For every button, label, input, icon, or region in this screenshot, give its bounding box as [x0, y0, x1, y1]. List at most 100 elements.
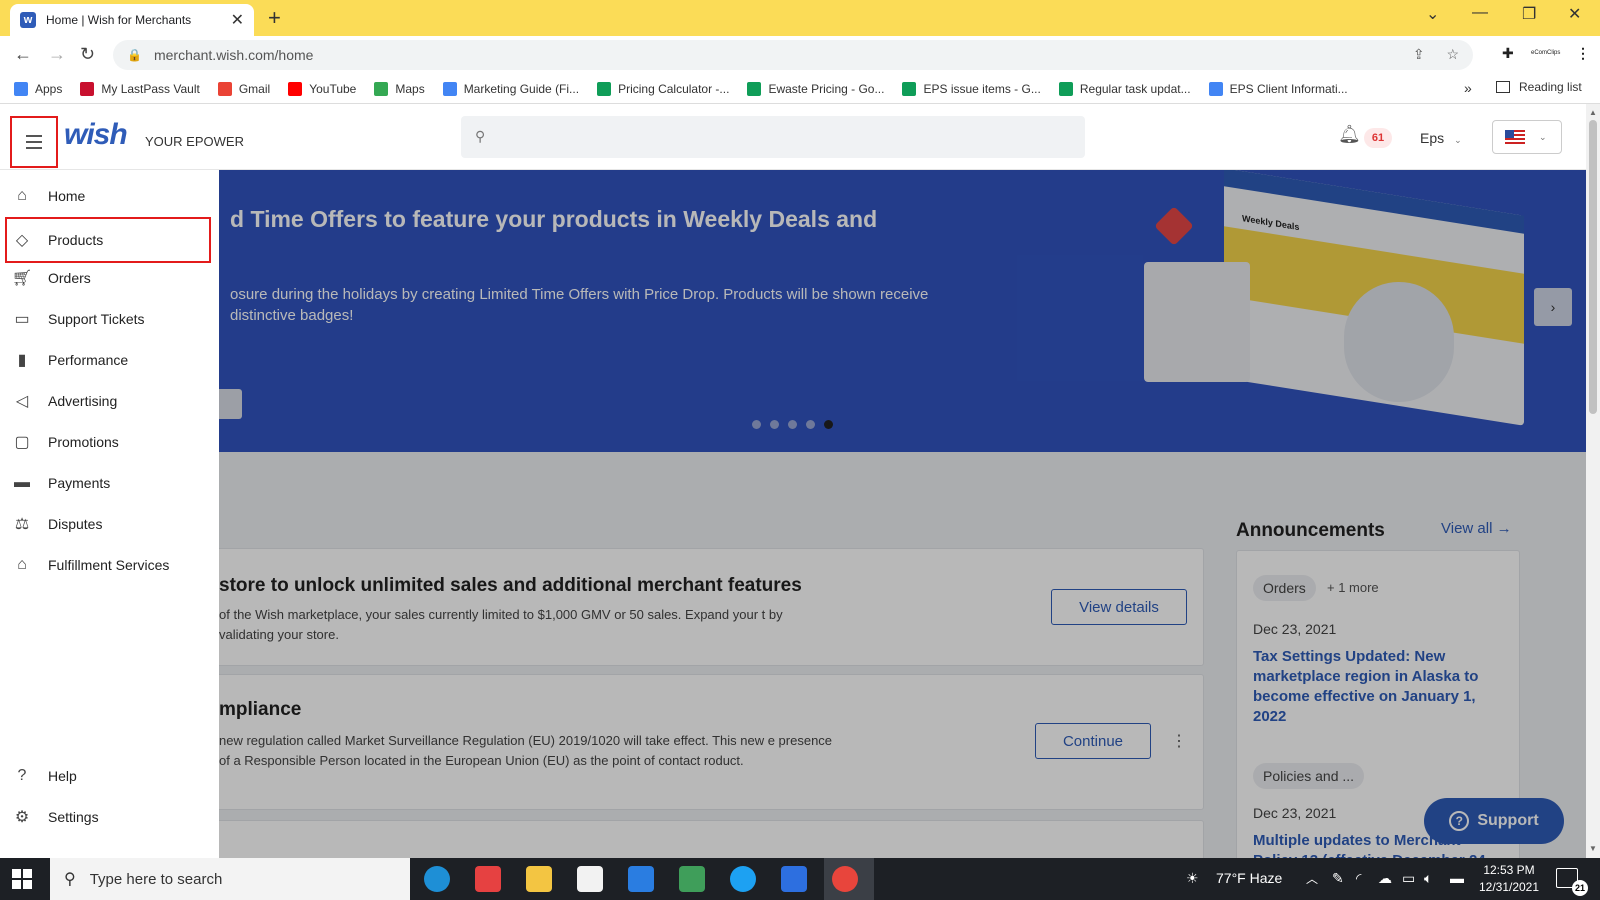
user-menu[interactable]: Eps ⌄	[1420, 130, 1462, 146]
chrome-icon[interactable]	[832, 866, 858, 892]
bookmark-item[interactable]: Pricing Calculator -...	[597, 81, 729, 96]
bookmark-item[interactable]: Ewaste Pricing - Go...	[747, 81, 884, 96]
eComClips-extension-icon[interactable]: eComClips	[1531, 50, 1560, 56]
file-explorer-icon[interactable]	[526, 866, 552, 892]
scroll-down-icon[interactable]: ▼	[1589, 844, 1597, 853]
sidebar-item-orders[interactable]: 🛒︎ Orders	[0, 258, 219, 298]
sheets-icon	[902, 81, 917, 96]
mail-icon[interactable]	[628, 866, 654, 892]
sidebar-item-advertising[interactable]: ◁ Advertising	[0, 381, 219, 421]
reload-icon[interactable]: ↻	[80, 44, 95, 65]
more-bookmarks-icon[interactable]: »	[1464, 80, 1472, 96]
wish-logo[interactable]: wish	[64, 118, 128, 152]
bookmark-item[interactable]: Marketing Guide (Fi...	[442, 81, 580, 96]
scroll-thumb[interactable]	[1589, 120, 1597, 414]
maps-icon	[374, 81, 389, 96]
bookmark-item[interactable]: Apps	[14, 81, 63, 96]
bookmark-star-icon[interactable]: ☆	[1446, 46, 1459, 62]
sidebar-item-label: Products	[48, 232, 104, 248]
bookmark-label: Marketing Guide (Fi...	[463, 81, 580, 96]
carousel-dot[interactable]	[752, 420, 761, 429]
carousel-dot[interactable]	[806, 420, 815, 429]
share-icon[interactable]: ⇪	[1413, 46, 1425, 62]
carousel-dot[interactable]	[788, 420, 797, 429]
bookmark-item[interactable]: EPS Client Informati...	[1208, 81, 1348, 96]
sidebar-item-home[interactable]: ⌂ Home	[0, 176, 219, 216]
chevron-down-icon: ⌄	[1539, 131, 1547, 142]
view-details-button[interactable]: View details	[1051, 589, 1187, 625]
bookmark-item[interactable]: Regular task updat...	[1058, 81, 1191, 96]
continue-button[interactable]: Continue	[1035, 723, 1151, 759]
carousel-dot[interactable]	[770, 420, 779, 429]
edge-icon[interactable]	[424, 866, 450, 892]
skype-icon[interactable]	[730, 866, 756, 892]
announcement-tag[interactable]: Orders	[1253, 575, 1316, 601]
sidebar-item-settings[interactable]: ⚙ Settings	[0, 797, 219, 837]
new-tab-icon[interactable]: +	[268, 5, 281, 31]
windows-start-icon[interactable]	[12, 869, 32, 889]
bookmark-item[interactable]: My LastPass Vault	[80, 81, 200, 96]
sidebar-item-disputes[interactable]: ⚖ Disputes	[0, 504, 219, 544]
weather-icon[interactable]: ☀	[1186, 870, 1199, 887]
taskbar-search-input[interactable]: ⚲ Type here to search	[50, 858, 410, 900]
chrome-menu-icon[interactable]: ⋮	[1576, 45, 1590, 62]
browser-tab[interactable]: w Home | Wish for Merchants ✕	[10, 4, 254, 36]
close-window-icon[interactable]: ✕	[1568, 4, 1581, 24]
wifi-icon[interactable]: ◜	[1356, 870, 1361, 887]
sidebar-item-performance[interactable]: ▮ Performance	[0, 340, 219, 380]
anydesk-icon[interactable]	[475, 866, 501, 892]
excel-icon[interactable]	[679, 866, 705, 892]
hamburger-menu-icon[interactable]	[10, 116, 58, 168]
carousel-next-icon[interactable]: ›	[1534, 288, 1572, 326]
battery-icon[interactable]: ▭	[1402, 870, 1415, 887]
tab-search-chevron-icon[interactable]: ⌄	[1426, 4, 1439, 24]
page-scrollbar[interactable]: ▲ ▼	[1586, 104, 1600, 858]
show-hidden-icons-icon[interactable]: ︿	[1306, 870, 1318, 887]
omnibox[interactable]: 🔒 merchant.wish.com/home ⇪ ☆	[113, 40, 1473, 70]
notification-count-badge[interactable]: 61	[1364, 128, 1392, 148]
bookmark-label: Apps	[35, 81, 63, 96]
clock[interactable]: 12:53 PM 12/31/2021	[1474, 862, 1544, 896]
carousel-dot[interactable]	[824, 420, 833, 429]
sidebar-item-promotions[interactable]: ▢ Promotions	[0, 422, 219, 462]
extensions-puzzle-icon[interactable]: ✚	[1502, 45, 1514, 62]
reading-list-button[interactable]: Reading list	[1496, 80, 1582, 94]
forward-icon[interactable]: →	[48, 44, 66, 65]
network-icon[interactable]: ▬	[1450, 870, 1464, 886]
restore-icon[interactable]: ❐	[1522, 4, 1536, 24]
weather-text[interactable]: 77°F Haze	[1216, 870, 1282, 886]
view-all-link[interactable]: View all →	[1441, 520, 1512, 537]
bookmark-item[interactable]: Maps	[374, 81, 425, 96]
more-options-icon[interactable]: ⋮	[1171, 731, 1187, 751]
support-button[interactable]: ? Support	[1424, 798, 1564, 844]
app-icon[interactable]	[781, 866, 807, 892]
sidebar-item-payments[interactable]: ▬ Payments	[0, 463, 219, 503]
illustration-label: Weekly Deals	[1242, 213, 1300, 233]
bookmarks-bar: Apps My LastPass Vault Gmail YouTube Maps Mar…	[0, 74, 1600, 104]
announcement-headline[interactable]: Tax Settings Updated: New marketplace re…	[1253, 647, 1503, 727]
sidebar-item-support-tickets[interactable]: ▭ Support Tickets	[0, 299, 219, 339]
close-tab-icon[interactable]: ✕	[231, 10, 244, 30]
onedrive-icon[interactable]: ☁	[1378, 870, 1392, 887]
volume-icon[interactable]: 🔈︎	[1424, 870, 1432, 887]
search-input[interactable]: ⚲	[461, 116, 1085, 158]
scroll-up-icon[interactable]: ▲	[1589, 108, 1597, 117]
store-icon[interactable]	[577, 866, 603, 892]
sidebar-item-products[interactable]: ◇ Products	[5, 217, 211, 263]
locale-selector[interactable]: ⌄	[1492, 120, 1562, 154]
user-name: Eps	[1420, 130, 1445, 146]
gavel-icon: ⚖	[14, 516, 30, 533]
sidebar-item-help[interactable]: ? Help	[0, 756, 219, 796]
bookmark-item[interactable]: EPS issue items - G...	[902, 81, 1041, 96]
bar-chart-icon: ▮	[17, 352, 27, 369]
bookmark-item[interactable]: Gmail	[217, 81, 270, 96]
minimize-icon[interactable]: —	[1472, 4, 1488, 22]
sidebar-item-fulfillment-services[interactable]: ⌂ Fulfillment Services	[0, 545, 219, 585]
bookmark-item[interactable]: YouTube	[288, 81, 356, 96]
announcement-more-tags[interactable]: + 1 more	[1327, 580, 1379, 595]
announcement-tag[interactable]: Policies and ...	[1253, 763, 1365, 789]
announcement-date: Dec 23, 2021	[1253, 621, 1337, 637]
back-icon[interactable]: ←	[14, 44, 32, 65]
pen-icon[interactable]: ✎	[1332, 870, 1344, 887]
bell-icon[interactable]: 🔔︎	[1338, 124, 1361, 145]
